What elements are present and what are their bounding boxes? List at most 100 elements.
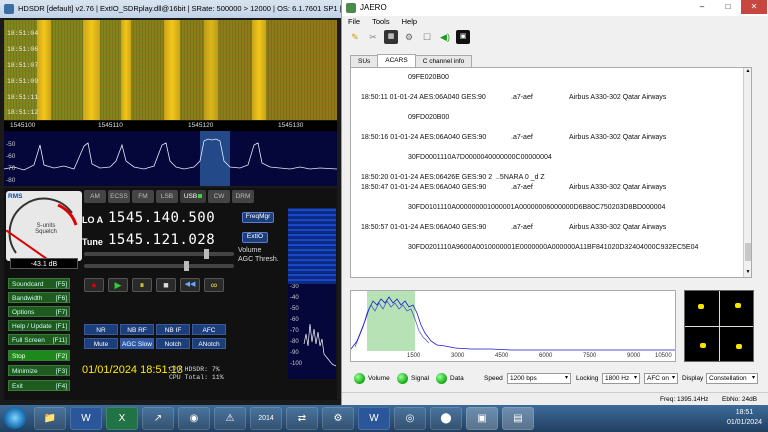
data-led-icon xyxy=(436,373,447,384)
audio-waterfall[interactable] xyxy=(288,208,336,288)
exit-button[interactable]: Exit [F4] xyxy=(8,380,70,391)
locking-select[interactable]: 1800 Hz xyxy=(602,373,640,384)
tools-taskbar-icon[interactable]: ⚙ xyxy=(322,407,354,430)
freqmgr-button[interactable]: FreqMgr xyxy=(242,212,274,223)
menu-tools[interactable]: Tools xyxy=(366,16,396,28)
close-window-icon[interactable]: ✕ xyxy=(741,0,767,14)
stop-button[interactable]: Stop [F2] xyxy=(8,350,70,361)
excel-taskbar-icon[interactable]: X xyxy=(106,407,138,430)
mode-fm-button[interactable]: FM xyxy=(132,190,154,203)
browser-taskbar-icon[interactable]: ◉ xyxy=(178,407,210,430)
media-taskbar-icon[interactable]: ⬤ xyxy=(430,407,462,430)
tab-acars[interactable]: ACARS xyxy=(377,54,416,67)
maximize-window-icon[interactable]: □ xyxy=(715,0,741,14)
agc-threshold-slider[interactable] xyxy=(84,261,234,271)
spectrum-display[interactable]: -50 -60 -70 -80 xyxy=(4,131,337,186)
afc-select[interactable]: AFC on xyxy=(644,373,678,384)
terminal-icon[interactable]: ▣ xyxy=(456,30,470,44)
minimize-window-icon[interactable]: – xyxy=(689,0,715,14)
jaero-taskbar-icon[interactable]: ▤ xyxy=(502,407,534,430)
options-button[interactable]: Options [F7] xyxy=(8,306,70,317)
hdsdr-taskbar-icon[interactable]: ▣ xyxy=(466,407,498,430)
nb-if-button[interactable]: NB IF xyxy=(156,324,190,335)
nb-rf-button[interactable]: NB RF xyxy=(120,324,154,335)
extio-button[interactable]: ExtIO xyxy=(242,232,268,243)
volume-led-icon xyxy=(354,373,365,384)
tune-label: Tune xyxy=(82,237,103,247)
nr-button[interactable]: NR xyxy=(84,324,118,335)
notch-button[interactable]: Notch xyxy=(156,338,190,349)
scroll-down-icon[interactable]: ▼ xyxy=(744,269,751,277)
speaker-icon[interactable]: ◀) xyxy=(438,30,452,44)
loop-button[interactable]: ∞ xyxy=(204,278,224,292)
mode-am-button[interactable]: AM xyxy=(84,190,106,203)
speed-select[interactable]: 1200 bps xyxy=(507,373,571,384)
help-update-button[interactable]: Help / Update [F1] xyxy=(8,320,70,331)
status-bar: Volume Signal Data Speed 1200 bps Lockin… xyxy=(350,372,760,386)
menu-help[interactable]: Help xyxy=(396,16,423,28)
agc-slow-button[interactable]: AGC Slow xyxy=(120,338,154,349)
keyboard-icon[interactable]: ▦ xyxy=(384,30,398,44)
mode-ecss-button[interactable]: ECSS xyxy=(108,190,130,203)
explorer-taskbar-icon[interactable]: 📁 xyxy=(34,407,66,430)
waterfall-signal xyxy=(83,20,100,120)
mode-usb-button[interactable]: USB xyxy=(180,190,206,203)
scroll-up-icon[interactable]: ▲ xyxy=(744,68,751,76)
jaero-title: JAERO xyxy=(360,3,387,12)
broom-icon[interactable]: ✎ xyxy=(348,30,362,44)
volume-label: Volume xyxy=(238,247,262,254)
demod-spectrum[interactable]: 1500 3000 4500 6000 7500 9000 10500 xyxy=(350,290,676,362)
mode-drm-button[interactable]: DRM xyxy=(232,190,254,203)
scrollbar-thumb[interactable] xyxy=(745,243,751,261)
volume-slider[interactable] xyxy=(84,249,234,259)
minimize-button[interactable]: Minimize [F3] xyxy=(8,365,70,376)
record-button[interactable]: ● xyxy=(84,278,104,292)
clear-icon[interactable]: ✂ xyxy=(366,30,380,44)
tray-date: 01/01/2024 xyxy=(726,419,762,426)
speed-label: Speed xyxy=(484,375,503,382)
menu-file[interactable]: File xyxy=(342,16,366,28)
play-button[interactable]: ▶ xyxy=(108,278,128,292)
waterfall-signal xyxy=(252,20,266,120)
waterfall[interactable]: 18:51:04 18:51:06 18:51:07 18:51:09 18:5… xyxy=(4,20,337,120)
acars-message-line: 18:50:57 01-01-24 AES:06A040 GES:90 .a7-a… xyxy=(361,224,667,231)
message-scrollbar[interactable]: ▲ ▼ xyxy=(743,68,751,277)
year-taskbar-icon[interactable]: 2014 xyxy=(250,407,282,430)
bandwidth-button[interactable]: Bandwidth [F6] xyxy=(8,292,70,303)
shortcut-taskbar-icon[interactable]: ↗ xyxy=(142,407,174,430)
tune-frequency[interactable]: 1545.121.028 xyxy=(108,232,215,248)
toolbar: ✎ ✂ ▦ ⚙ ☐ ◀) ▣ xyxy=(348,30,470,46)
mode-cw-button[interactable]: CW xyxy=(208,190,230,203)
waterfall-signal xyxy=(164,20,180,120)
audio-spectrum[interactable]: -30 -40 -50 -60 -70 -80 -90 -100 xyxy=(288,284,336,379)
mode-lsb-button[interactable]: LSB xyxy=(156,190,178,203)
display-select[interactable]: Constellation xyxy=(706,373,758,384)
acars-message-log[interactable]: 09FE020B00 18:50:11 01-01-24 AES:06A040 … xyxy=(350,67,752,278)
globe-taskbar-icon[interactable]: ◎ xyxy=(394,407,426,430)
teamviewer-taskbar-icon[interactable]: ⇄ xyxy=(286,407,318,430)
rewind-button[interactable]: ◀◀ xyxy=(180,278,200,292)
stop-playback-button[interactable]: ■ xyxy=(156,278,176,292)
mute-button[interactable]: Mute xyxy=(84,338,118,349)
warning-taskbar-icon[interactable]: ⚠ xyxy=(214,407,246,430)
settings-icon[interactable]: ⚙ xyxy=(402,30,416,44)
word2-taskbar-icon[interactable]: W xyxy=(358,407,390,430)
hdsdr-control-panel: RMS S-units Squelch -43.1 dB AM ECSS FM … xyxy=(4,188,337,400)
start-button[interactable] xyxy=(4,407,26,429)
system-clock[interactable]: 18:51 01/01/2024 xyxy=(727,408,762,428)
full-screen-button[interactable]: Full Screen [F11] xyxy=(8,334,70,345)
cpu-total: CPU Total: 11% xyxy=(169,374,224,381)
soundcard-button[interactable]: Soundcard [F5] xyxy=(8,278,70,289)
s-meter: RMS S-units Squelch xyxy=(6,191,82,261)
acars-data-line: 09FD020B00 xyxy=(408,114,450,121)
afc-button[interactable]: AFC xyxy=(192,324,226,335)
lo-frequency[interactable]: 1545.140.500 xyxy=(108,210,215,226)
notepad-icon[interactable]: ☐ xyxy=(420,30,434,44)
waterfall-time: 18:51:11 xyxy=(7,94,39,101)
pause-button[interactable]: ⏸ xyxy=(132,278,152,292)
anotch-button[interactable]: ANotch xyxy=(192,338,226,349)
frequency-scale: 1545100 1545110 1545120 1545130 xyxy=(4,121,337,131)
freq-tick-label: 1545110 xyxy=(98,122,123,129)
word-taskbar-icon[interactable]: W xyxy=(70,407,102,430)
cpu-hdsdr: CPU HDSDR: 7% xyxy=(169,366,220,373)
